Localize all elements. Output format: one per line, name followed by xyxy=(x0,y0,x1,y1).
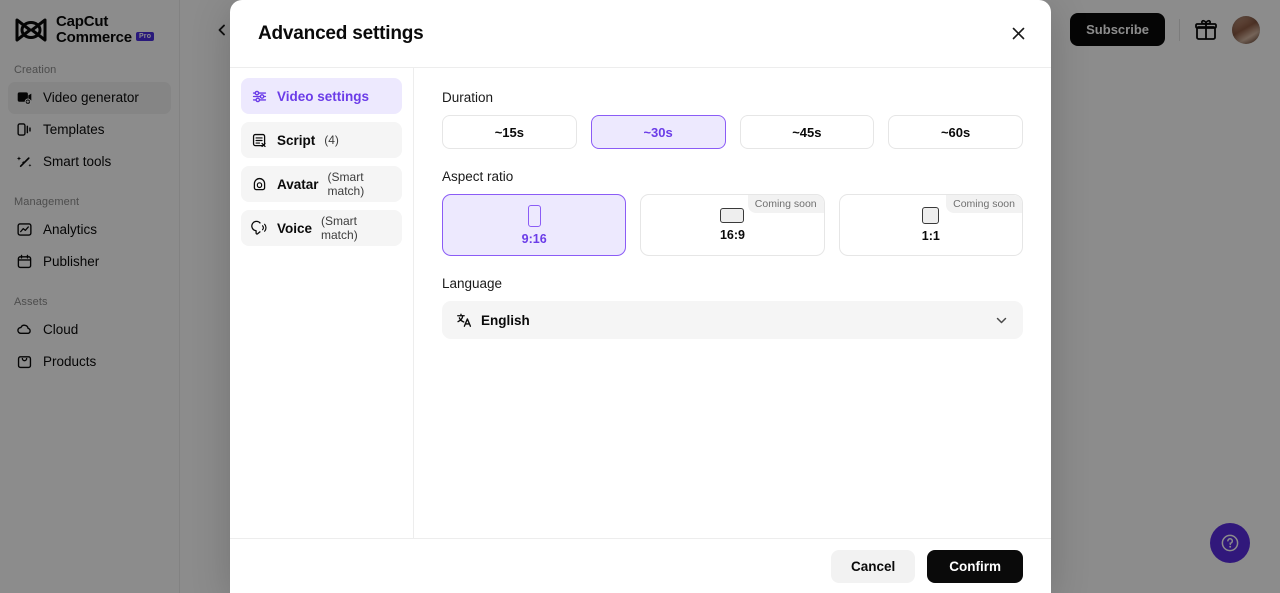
modal-nav-label: Script xyxy=(277,133,315,148)
cancel-button[interactable]: Cancel xyxy=(831,550,915,583)
modal-nav-video-settings[interactable]: Video settings xyxy=(241,78,402,114)
script-icon xyxy=(251,132,268,149)
advanced-settings-dialog: Advanced settings Video settings xyxy=(230,0,1051,593)
coming-soon-badge: Coming soon xyxy=(748,195,824,213)
language-value: English xyxy=(481,313,985,328)
portrait-frame-icon xyxy=(528,205,541,227)
language-label: Language xyxy=(442,276,1023,291)
modal-nav-avatar[interactable]: Avatar (Smart match) xyxy=(241,166,402,202)
modal-content: Duration ~15s ~30s ~45s ~60s Aspect rati… xyxy=(414,68,1051,538)
modal-nav-label: Avatar xyxy=(277,177,319,192)
aspect-ratio-option-9-16[interactable]: 9:16 xyxy=(442,194,626,256)
confirm-button[interactable]: Confirm xyxy=(927,550,1023,583)
aspect-ratio-option-label: 1:1 xyxy=(922,229,940,243)
modal-sidenav: Video settings Script (4) xyxy=(230,68,414,538)
square-frame-icon xyxy=(922,207,939,224)
modal-header: Advanced settings xyxy=(230,0,1051,68)
translate-icon xyxy=(456,312,472,328)
aspect-ratio-label: Aspect ratio xyxy=(442,169,1023,184)
modal-nav-label: Voice xyxy=(277,221,312,236)
modal-nav-sublabel: (Smart match) xyxy=(328,170,392,198)
aspect-ratio-option-label: 16:9 xyxy=(720,228,745,242)
coming-soon-badge: Coming soon xyxy=(946,195,1022,213)
close-icon xyxy=(1011,26,1026,41)
avatar-icon xyxy=(251,176,268,193)
aspect-ratio-option-1-1[interactable]: Coming soon 1:1 xyxy=(839,194,1023,256)
landscape-frame-icon xyxy=(720,208,744,223)
aspect-ratio-option-16-9[interactable]: Coming soon 16:9 xyxy=(640,194,824,256)
aspect-ratio-options: 9:16 Coming soon 16:9 Coming soon 1:1 xyxy=(442,194,1023,256)
close-button[interactable] xyxy=(1005,21,1031,47)
modal-nav-voice[interactable]: Voice (Smart match) xyxy=(241,210,402,246)
duration-option-60s[interactable]: ~60s xyxy=(888,115,1023,149)
voice-icon xyxy=(251,220,268,237)
chevron-down-icon xyxy=(994,313,1009,328)
app-root: CapCut Commerce Pro Creation Video gener… xyxy=(0,0,1280,593)
modal-nav-sublabel: (Smart match) xyxy=(321,214,392,242)
modal-body: Video settings Script (4) xyxy=(230,68,1051,538)
aspect-ratio-option-label: 9:16 xyxy=(522,232,547,246)
modal-nav-script[interactable]: Script (4) xyxy=(241,122,402,158)
language-select[interactable]: English xyxy=(442,301,1023,339)
page-title: Advanced settings xyxy=(258,23,424,45)
duration-option-30s[interactable]: ~30s xyxy=(591,115,726,149)
duration-label: Duration xyxy=(442,90,1023,105)
modal-nav-label: Video settings xyxy=(277,89,369,104)
modal-nav-sublabel: (4) xyxy=(324,133,339,147)
duration-option-45s[interactable]: ~45s xyxy=(740,115,875,149)
duration-option-15s[interactable]: ~15s xyxy=(442,115,577,149)
modal-footer: Cancel Confirm xyxy=(230,538,1051,593)
sliders-icon xyxy=(251,88,268,105)
duration-options: ~15s ~30s ~45s ~60s xyxy=(442,115,1023,149)
